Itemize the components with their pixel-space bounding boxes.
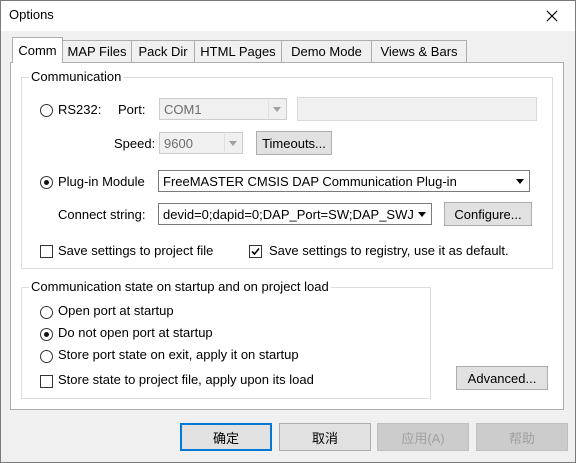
chevron-down-icon [511, 172, 528, 190]
store-port-state-radio[interactable] [40, 350, 53, 363]
save-project-checkbox[interactable] [40, 245, 53, 258]
title-bar: Options [1, 1, 575, 31]
rs232-label: RS232: [58, 102, 102, 117]
startup-group-label: Communication state on startup and on pr… [29, 279, 331, 294]
chevron-down-icon [268, 100, 285, 118]
plugin-module-select[interactable]: FreeMASTER CMSIS DAP Communication Plug-… [158, 170, 530, 192]
tab-html-pages[interactable]: HTML Pages [194, 40, 282, 62]
store-port-state-label: Store port state on exit, apply it on st… [58, 347, 299, 362]
tab-comm[interactable]: Comm [12, 37, 63, 63]
connect-string-value: devid=0;dapid=0;DAP_Port=SW;DAP_SWJ [163, 207, 414, 222]
speed-value: 9600 [164, 136, 193, 151]
tab-demo-mode[interactable]: Demo Mode [281, 40, 372, 62]
do-not-open-port-label: Do not open port at startup [58, 325, 213, 340]
close-button[interactable] [529, 1, 575, 31]
save-registry-label: Save settings to registry, use it as def… [269, 243, 509, 258]
close-icon [546, 10, 558, 22]
apply-button[interactable]: 应用(A) [377, 423, 469, 451]
tab-map-files[interactable]: MAP Files [62, 40, 132, 62]
connect-string-select[interactable]: devid=0;dapid=0;DAP_Port=SW;DAP_SWJ [158, 203, 432, 225]
port-select[interactable]: COM1 [159, 98, 287, 120]
connect-string-label: Connect string: [58, 207, 146, 222]
checkmark-icon [251, 247, 260, 256]
help-button[interactable]: 帮助 [476, 423, 568, 451]
chevron-down-icon [413, 205, 430, 223]
timeouts-button[interactable]: Timeouts... [256, 131, 332, 155]
open-port-label: Open port at startup [58, 303, 174, 318]
store-project-label: Store state to project file, apply upon … [58, 372, 314, 387]
speed-select[interactable]: 9600 [159, 132, 243, 154]
save-registry-checkbox[interactable] [249, 245, 262, 258]
communication-group-label: Communication [29, 69, 124, 84]
store-project-label-clip: Store state to project file, apply upon … [58, 372, 330, 390]
chevron-down-icon [224, 134, 241, 152]
open-port-radio[interactable] [40, 306, 53, 319]
ok-button[interactable]: 确定 [180, 423, 272, 451]
do-not-open-port-radio[interactable] [40, 328, 53, 341]
port-value: COM1 [164, 102, 202, 117]
cancel-button[interactable]: 取消 [279, 423, 371, 451]
port-label: Port: [118, 102, 146, 117]
window-title: Options [9, 7, 54, 22]
tab-views-bars[interactable]: Views & Bars [371, 40, 467, 62]
store-project-checkbox[interactable] [40, 375, 53, 388]
comm-tab-panel: Communication RS232: Port: COM1 Speed: 9… [10, 62, 564, 410]
speed-label: Speed: [114, 136, 156, 151]
plugin-module-radio[interactable] [40, 176, 53, 189]
advanced-button[interactable]: Advanced... [456, 366, 548, 390]
rs232-radio[interactable] [40, 104, 53, 117]
plugin-module-value: FreeMASTER CMSIS DAP Communication Plug-… [163, 174, 457, 189]
port-settings-field[interactable] [297, 97, 537, 121]
tab-pack-dir[interactable]: Pack Dir [131, 40, 195, 62]
plugin-module-label: Plug-in Module [58, 174, 145, 189]
configure-button[interactable]: Configure... [444, 202, 532, 226]
save-project-label: Save settings to project file [58, 243, 214, 258]
